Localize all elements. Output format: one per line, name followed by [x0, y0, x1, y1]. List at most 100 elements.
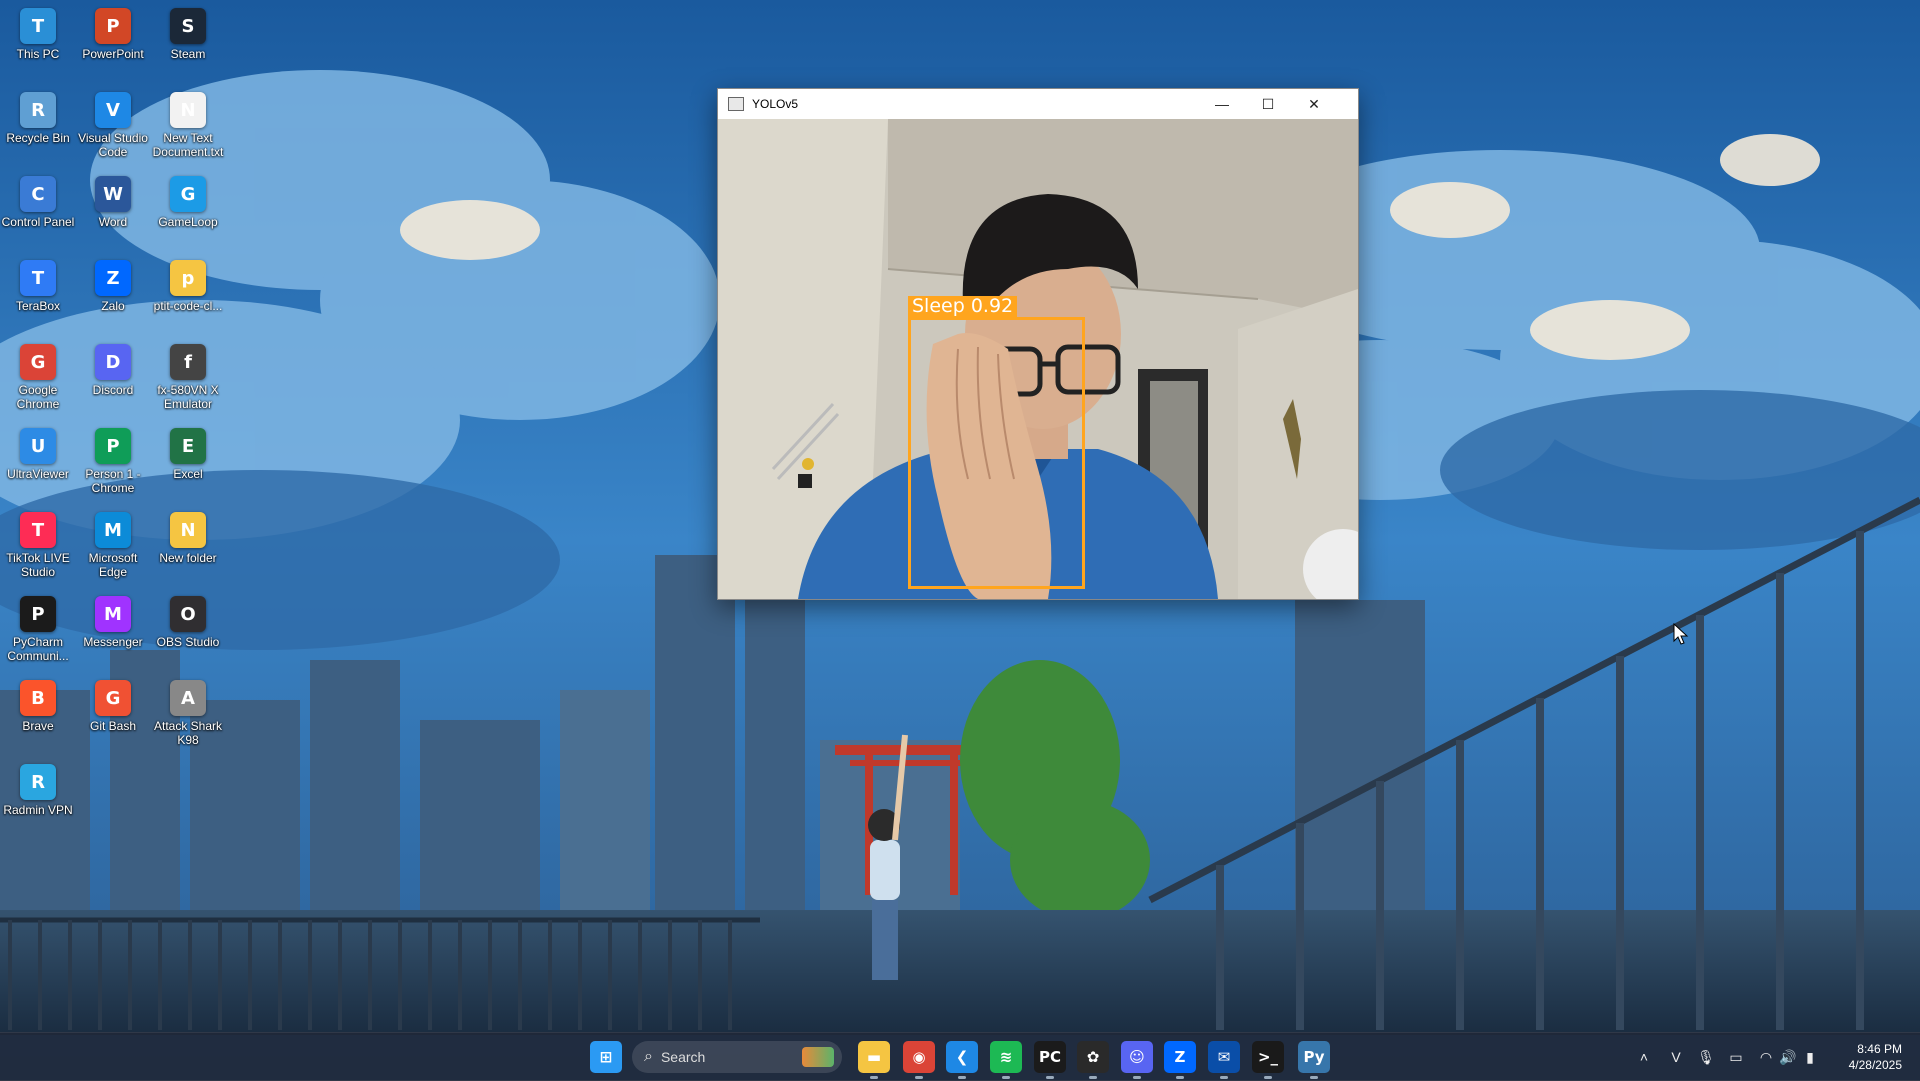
- desktop-icon-label: ptit-code-cl...: [153, 299, 223, 313]
- file-explorer-icon: ▬: [866, 1048, 882, 1066]
- taskbar-chrome-icon[interactable]: ◉: [903, 1041, 935, 1079]
- desktop-icon-label: Excel: [173, 467, 203, 481]
- wifi-icon[interactable]: ◠: [1756, 1047, 1776, 1067]
- python-icon: Py: [1303, 1048, 1325, 1066]
- desktop-icon-label: OBS Studio: [156, 635, 220, 649]
- windows-start-icon: ⊞: [599, 1048, 613, 1066]
- desktop-icon-recycle-bin[interactable]: R Recycle Bin: [0, 88, 76, 168]
- window-title: YOLOv5: [752, 97, 799, 111]
- text-document-icon: N: [170, 92, 206, 128]
- desktop-icon-gameloop[interactable]: G GameLoop: [150, 172, 226, 252]
- desktop-icon-chrome-profile[interactable]: P Person 1 - Chrome: [75, 424, 151, 504]
- window-titlebar[interactable]: YOLOv5 — ☐ ✕: [718, 89, 1358, 119]
- spotify-icon: ≋: [999, 1048, 1013, 1066]
- taskbar-clock[interactable]: 8:46 PM 4/28/2025: [1849, 1041, 1902, 1073]
- battery-icon[interactable]: ▮: [1800, 1047, 1820, 1067]
- taskbar-vscode-icon[interactable]: ❮: [946, 1041, 978, 1079]
- microphone-icon[interactable]: 🎙: [1696, 1047, 1716, 1067]
- taskbar-terminal-icon[interactable]: >_: [1252, 1041, 1284, 1079]
- terminal-icon: >_: [1257, 1048, 1279, 1066]
- git-bash-icon: G: [95, 680, 131, 716]
- desktop-icon-label: PyCharm Communi...: [7, 635, 69, 663]
- taskbar-discord-icon[interactable]: ☺: [1121, 1041, 1153, 1079]
- app-window-icon: [728, 97, 744, 111]
- desktop-icon-label: fx-580VN X Emulator: [157, 383, 219, 411]
- desktop-icon-label: Microsoft Edge: [88, 551, 138, 579]
- desktop-icon-folder[interactable]: N New folder: [150, 508, 226, 588]
- desktop-icon-label: This PC: [16, 47, 60, 61]
- close-button[interactable]: ✕: [1291, 89, 1337, 119]
- desktop-icon-label: Brave: [22, 719, 54, 733]
- taskbar-zalo-icon[interactable]: Z: [1164, 1041, 1196, 1079]
- zalo-icon: Z: [1174, 1048, 1186, 1066]
- desktop-icon-edge[interactable]: M Microsoft Edge: [75, 508, 151, 588]
- minimize-button[interactable]: —: [1199, 89, 1245, 119]
- clock-date: 4/28/2025: [1848, 1058, 1902, 1072]
- desktop-icon-calculator[interactable]: f fx-580VN X Emulator: [150, 340, 226, 420]
- desktop-icon-label: GameLoop: [158, 215, 218, 229]
- taskbar-search-box[interactable]: ⌕ Search: [632, 1041, 842, 1073]
- maximize-button[interactable]: ☐: [1245, 89, 1291, 119]
- desktop-icon-discord[interactable]: D Discord: [75, 340, 151, 420]
- taskbar-mail-icon[interactable]: ✉: [1208, 1041, 1240, 1079]
- desktop-icon-label: Messenger: [83, 635, 143, 649]
- desktop-icon-label: Google Chrome: [16, 383, 60, 411]
- recycle-bin-icon: R: [20, 92, 56, 128]
- desktop-icon-powerpoint[interactable]: P PowerPoint: [75, 4, 151, 84]
- word-icon: W: [95, 176, 131, 212]
- desktop-icon-pycharm[interactable]: P PyCharm Communi...: [0, 592, 76, 672]
- show-hidden-icons-chevron-icon[interactable]: ˄: [1634, 1047, 1654, 1067]
- search-icon: ⌕: [644, 1048, 653, 1065]
- brave-icon: B: [20, 680, 56, 716]
- device-tray-icon[interactable]: ▭: [1726, 1047, 1746, 1067]
- desktop-icon-vscode[interactable]: V Visual Studio Code: [75, 88, 151, 168]
- desktop-icon-attack-shark[interactable]: A Attack Shark K98: [150, 676, 226, 756]
- taskbar-spotify-icon[interactable]: ≋: [990, 1041, 1022, 1079]
- desktop-icon-tiktok[interactable]: T TikTok LIVE Studio: [0, 508, 76, 588]
- speaker-icon[interactable]: 🔊: [1778, 1047, 1798, 1067]
- chrome-profile-icon: P: [95, 428, 131, 464]
- taskbar-pycharm-icon[interactable]: PC: [1034, 1041, 1066, 1079]
- desktop-icon-label: Git Bash: [89, 719, 137, 733]
- vscode-icon: ❮: [955, 1048, 969, 1066]
- desktop-icon-obs[interactable]: O OBS Studio: [150, 592, 226, 672]
- pycharm-icon: P: [20, 596, 56, 632]
- desktop-icon-excel[interactable]: E Excel: [150, 424, 226, 504]
- terabox-icon: T: [20, 260, 56, 296]
- desktop-icon-label: Attack Shark K98: [153, 719, 223, 747]
- yolov5-window[interactable]: YOLOv5 — ☐ ✕ Sleep 0.92: [717, 88, 1359, 600]
- discord-icon: D: [95, 344, 131, 380]
- desktop-icon-word[interactable]: W Word: [75, 172, 151, 252]
- desktop-icon-messenger[interactable]: M Messenger: [75, 592, 151, 672]
- detection-bounding-box: [908, 317, 1085, 589]
- desktop-icon-label: Control Panel: [1, 215, 75, 229]
- desktop-icon-control-panel[interactable]: C Control Panel: [0, 172, 76, 252]
- search-placeholder: Search: [660, 1049, 706, 1065]
- calculator-icon: f: [170, 344, 206, 380]
- vpn-tray-icon[interactable]: V: [1666, 1047, 1686, 1067]
- taskbar-chatgpt-icon[interactable]: ✿: [1077, 1041, 1109, 1079]
- taskbar-python-icon[interactable]: Py: [1298, 1041, 1330, 1079]
- desktop-icon-zalo[interactable]: Z Zalo: [75, 256, 151, 336]
- desktop-icon-radmin-vpn[interactable]: R Radmin VPN: [0, 760, 76, 840]
- desktop-icon-label: New folder: [159, 551, 217, 565]
- desktop-icon-chrome[interactable]: G Google Chrome: [0, 340, 76, 420]
- desktop-icon-this-pc[interactable]: T This PC: [0, 4, 76, 84]
- attack-shark-icon: A: [170, 680, 206, 716]
- desktop-icon-ultraviewer[interactable]: U UltraViewer: [0, 424, 76, 504]
- desktop-icon-git-bash[interactable]: G Git Bash: [75, 676, 151, 756]
- webcam-frame: Sleep 0.92: [718, 119, 1358, 599]
- taskbar-file-explorer-icon[interactable]: ▬: [858, 1041, 890, 1079]
- steam-icon: S: [170, 8, 206, 44]
- desktop-icon-brave[interactable]: B Brave: [0, 676, 76, 756]
- control-panel-icon: C: [20, 176, 56, 212]
- desktop-icon-label: Steam: [170, 47, 206, 61]
- taskbar-windows-start-icon[interactable]: ⊞: [590, 1041, 622, 1073]
- desktop-icon-folder[interactable]: p ptit-code-cl...: [150, 256, 226, 336]
- ultraviewer-icon: U: [20, 428, 56, 464]
- this-pc-icon: T: [20, 8, 56, 44]
- desktop-icon-steam[interactable]: S Steam: [150, 4, 226, 84]
- desktop-icon-text-document[interactable]: N New Text Document.txt: [150, 88, 226, 168]
- pycharm-icon: PC: [1038, 1048, 1061, 1066]
- desktop-icon-terabox[interactable]: T TeraBox: [0, 256, 76, 336]
